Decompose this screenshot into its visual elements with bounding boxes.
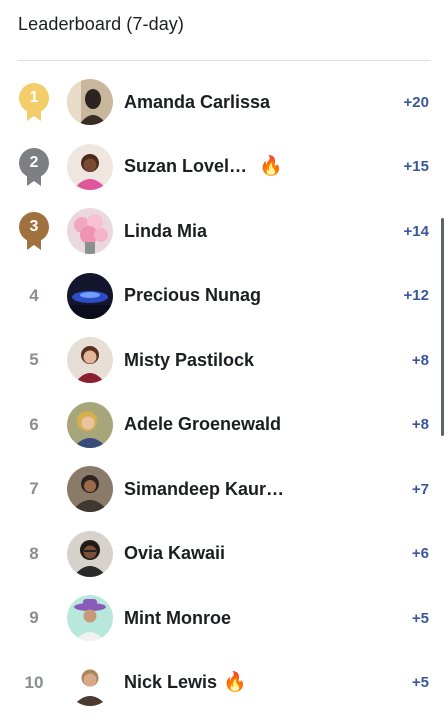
member-name[interactable]: Nick Lewis <box>124 672 217 693</box>
leaderboard-row[interactable]: 9 Mint Monroe +5 <box>0 586 448 651</box>
fire-icon: 🔥 <box>223 672 247 694</box>
leaderboard-row[interactable]: 5 Misty Pastilock +8 <box>0 328 448 393</box>
avatar[interactable] <box>67 272 113 319</box>
avatar[interactable] <box>67 595 113 642</box>
bronze-medal-icon: 3 <box>18 211 50 251</box>
leaderboard-row[interactable]: 1 Amanda Carlissa +20 <box>0 70 448 135</box>
member-name[interactable]: Linda Mia <box>124 221 207 242</box>
score-value: +12 <box>403 287 429 305</box>
silver-medal-icon: 2 <box>18 147 50 187</box>
leaderboard-row[interactable]: 3 Linda Mia +14 <box>0 199 448 264</box>
score-value: +20 <box>403 93 429 111</box>
rank-badge: 3 <box>14 209 54 253</box>
rank-number: 8 <box>29 543 39 563</box>
member-name[interactable]: Misty Pastilock <box>124 350 254 371</box>
avatar[interactable] <box>67 79 113 126</box>
avatar[interactable] <box>67 659 113 706</box>
avatar[interactable] <box>67 530 113 577</box>
member-name[interactable]: Precious Nunag <box>124 285 261 306</box>
avatar[interactable] <box>67 208 113 255</box>
rank-badge: 5 <box>14 338 54 382</box>
rank-badge: 7 <box>14 467 54 511</box>
leaderboard-row[interactable]: 7 Simandeep Kaur… +7 <box>0 457 448 522</box>
member-name[interactable]: Ovia Kawaii <box>124 543 225 564</box>
rank-number: 7 <box>29 479 39 499</box>
rank-number: 4 <box>29 285 39 305</box>
score-value: +5 <box>411 674 429 692</box>
rank-badge: 8 <box>14 532 54 576</box>
member-name[interactable]: Suzan Lovel… <box>124 156 247 177</box>
rank-number: 10 <box>24 672 44 692</box>
gold-medal-icon: 1 <box>18 82 50 122</box>
header-divider <box>18 60 430 61</box>
rank-number: 3 <box>29 218 39 236</box>
rank-badge: 2 <box>14 145 54 189</box>
leaderboard-row[interactable]: 8 Ovia Kawaii +6 <box>0 522 448 587</box>
score-value: +14 <box>403 222 429 240</box>
rank-number: 9 <box>29 608 39 628</box>
leaderboard-row[interactable]: 4 Precious Nunag +12 <box>0 264 448 329</box>
rank-number: 6 <box>29 414 39 434</box>
score-value: +8 <box>411 351 429 369</box>
avatar[interactable] <box>67 401 113 448</box>
rank-number: 5 <box>29 350 39 370</box>
score-value: +7 <box>411 480 429 498</box>
leaderboard-row[interactable]: 6 Adele Groenewald +8 <box>0 393 448 458</box>
rank-badge: 4 <box>14 274 54 318</box>
rank-badge: 6 <box>14 403 54 447</box>
rank-number: 2 <box>29 153 39 171</box>
vertical-scrollbar[interactable] <box>441 218 444 436</box>
rank-number: 1 <box>29 89 39 107</box>
score-value: +8 <box>411 416 429 434</box>
fire-icon: 🔥 <box>259 156 283 178</box>
score-value: +15 <box>403 158 429 176</box>
member-name[interactable]: Mint Monroe <box>124 608 231 629</box>
member-name[interactable]: Adele Groenewald <box>124 414 281 435</box>
member-name[interactable]: Simandeep Kaur… <box>124 479 284 500</box>
member-name[interactable]: Amanda Carlissa <box>124 92 270 113</box>
score-value: +5 <box>411 609 429 627</box>
leaderboard-list: 1 Amanda Carlissa +20 2 Suzan Lovel… 🔥 +… <box>0 70 448 715</box>
score-value: +6 <box>411 545 429 563</box>
avatar[interactable] <box>67 466 113 513</box>
leaderboard-row[interactable]: 10 Nick Lewis 🔥 +5 <box>0 651 448 716</box>
leaderboard-row[interactable]: 2 Suzan Lovel… 🔥 +15 <box>0 135 448 200</box>
leaderboard-title: Leaderboard (7-day) <box>18 14 185 34</box>
avatar[interactable] <box>67 143 113 190</box>
avatar[interactable] <box>67 337 113 384</box>
rank-badge: 10 <box>14 661 54 705</box>
rank-badge: 9 <box>14 596 54 640</box>
rank-badge: 1 <box>14 80 54 124</box>
